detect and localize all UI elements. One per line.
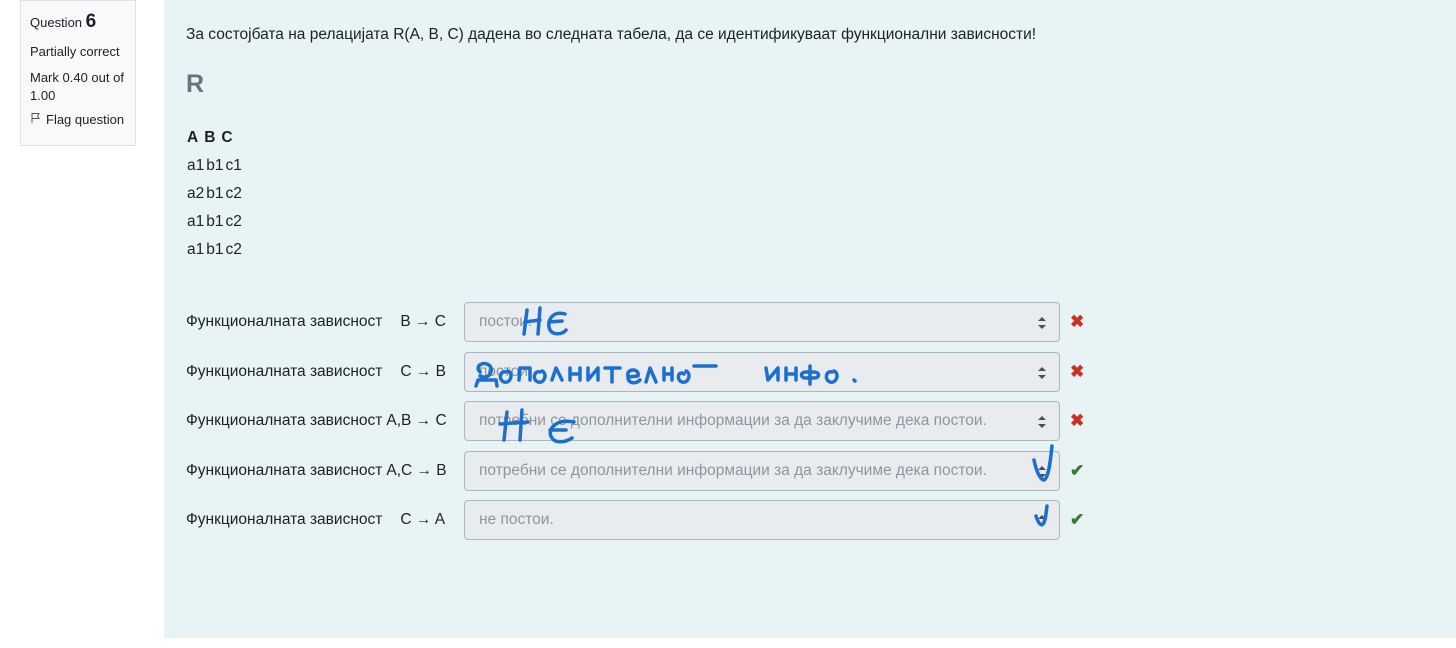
select-arrows-icon [1037, 464, 1047, 480]
table-row: a1 b1 c2 [187, 236, 244, 264]
select-arrows-icon [1037, 315, 1047, 331]
incorrect-icon: ✖ [1070, 312, 1085, 331]
answer-select[interactable]: потребни се дополнителни информации за д… [464, 451, 1060, 491]
answer-label: Функционалната зависност C → A [186, 511, 464, 529]
answer-label: Функционалната зависност C → B [186, 363, 464, 381]
table-cell: c2 [225, 213, 242, 230]
table-cell: b1 [206, 213, 224, 230]
answer-row-ac-b: Функционалната зависност A,C → B потребн… [186, 451, 1084, 491]
flag-question-link[interactable]: Flag question [30, 111, 126, 129]
table-row: a1 b1 c2 [187, 208, 244, 236]
flag-icon [30, 111, 42, 129]
table-cell: b1 [206, 241, 224, 258]
table-cell: b1 [206, 157, 224, 174]
question-info-panel: Question 6 Partially correct Mark 0.40 o… [20, 0, 136, 146]
answer-select[interactable]: потребни се дополнителни информации за д… [464, 401, 1060, 441]
column-header: A [187, 129, 199, 146]
answer-label: Функционалната зависност A,B → C [186, 412, 464, 430]
selected-option: потребни се дополнителни информации за д… [479, 412, 987, 429]
table-cell: c2 [225, 241, 242, 258]
question-label: Question [30, 15, 83, 30]
table-cell: a2 [187, 185, 205, 202]
dependency-text: C → B [400, 363, 447, 380]
answer-row-ab-c: Функционалната зависност A,B → C потребн… [186, 401, 1084, 441]
answer-select[interactable]: постои. [464, 302, 1060, 342]
question-content: За состојбата на релацијата R(A, B, C) д… [164, 0, 1456, 638]
table-cell: a1 [187, 157, 205, 174]
answer-label-text: Функционалната зависност [186, 363, 383, 380]
answer-row-b-c: Функционалната зависност B → C постои. ✖ [186, 302, 1084, 342]
relation-table: ABC a1 b1 c1 a2 b1 c2 a1 b1 c2 a1 b1 c2 [187, 124, 244, 264]
answer-label: Функционалната зависност B → C [186, 313, 464, 331]
relation-name: R [186, 70, 205, 98]
relation-table-header: ABC [187, 124, 244, 152]
table-cell: b1 [206, 185, 224, 202]
question-state: Partially correct [30, 43, 120, 59]
selected-option: постои. [479, 313, 533, 330]
table-row: a2 b1 c2 [187, 180, 244, 208]
table-cell: a1 [187, 213, 205, 230]
answer-label-text: Функционалната зависност [186, 511, 383, 528]
table-row: a1 b1 c1 [187, 152, 244, 180]
answer-row-c-b: Функционалната зависност C → B постои. ✖ [186, 352, 1084, 392]
select-arrows-icon [1037, 365, 1047, 381]
table-cell: c2 [225, 185, 242, 202]
answer-select[interactable]: постои. [464, 352, 1060, 392]
answer-select[interactable]: не постои. [464, 500, 1060, 540]
question-grade: Mark 0.40 out of 1.00 [30, 70, 124, 103]
correct-icon: ✔ [1070, 461, 1085, 480]
select-arrows-icon [1037, 513, 1047, 529]
table-cell: a1 [187, 241, 205, 258]
correct-icon: ✔ [1070, 510, 1085, 529]
answer-label-text: Функционалната зависност [186, 462, 383, 479]
dependency-text: A,B → C [386, 412, 447, 429]
incorrect-icon: ✖ [1070, 362, 1085, 381]
selected-option: потребни се дополнителни информации за д… [479, 462, 987, 479]
dependency-text: A,C → B [386, 462, 447, 479]
question-text: За состојбата на релацијата R(A, B, C) д… [186, 26, 1037, 43]
flag-question-label: Flag question [46, 112, 125, 128]
answer-label: Функционалната зависност A,C → B [186, 462, 464, 480]
selected-option: постои. [479, 363, 533, 380]
question-number: Question 6 [30, 9, 126, 35]
select-arrows-icon [1037, 414, 1047, 430]
table-cell: c1 [225, 157, 242, 174]
question-number-value: 6 [85, 11, 97, 32]
answer-row-c-a: Функционалната зависност C → A не постои… [186, 500, 1084, 540]
answer-label-text: Функционалната зависност [186, 313, 383, 330]
dependency-text: C → A [400, 511, 446, 528]
answer-label-text: Функционалната зависност [186, 412, 383, 429]
column-header: B [204, 129, 216, 146]
column-header: C [221, 129, 233, 146]
selected-option: не постои. [479, 511, 554, 528]
incorrect-icon: ✖ [1070, 411, 1085, 430]
dependency-text: B → C [400, 313, 447, 330]
